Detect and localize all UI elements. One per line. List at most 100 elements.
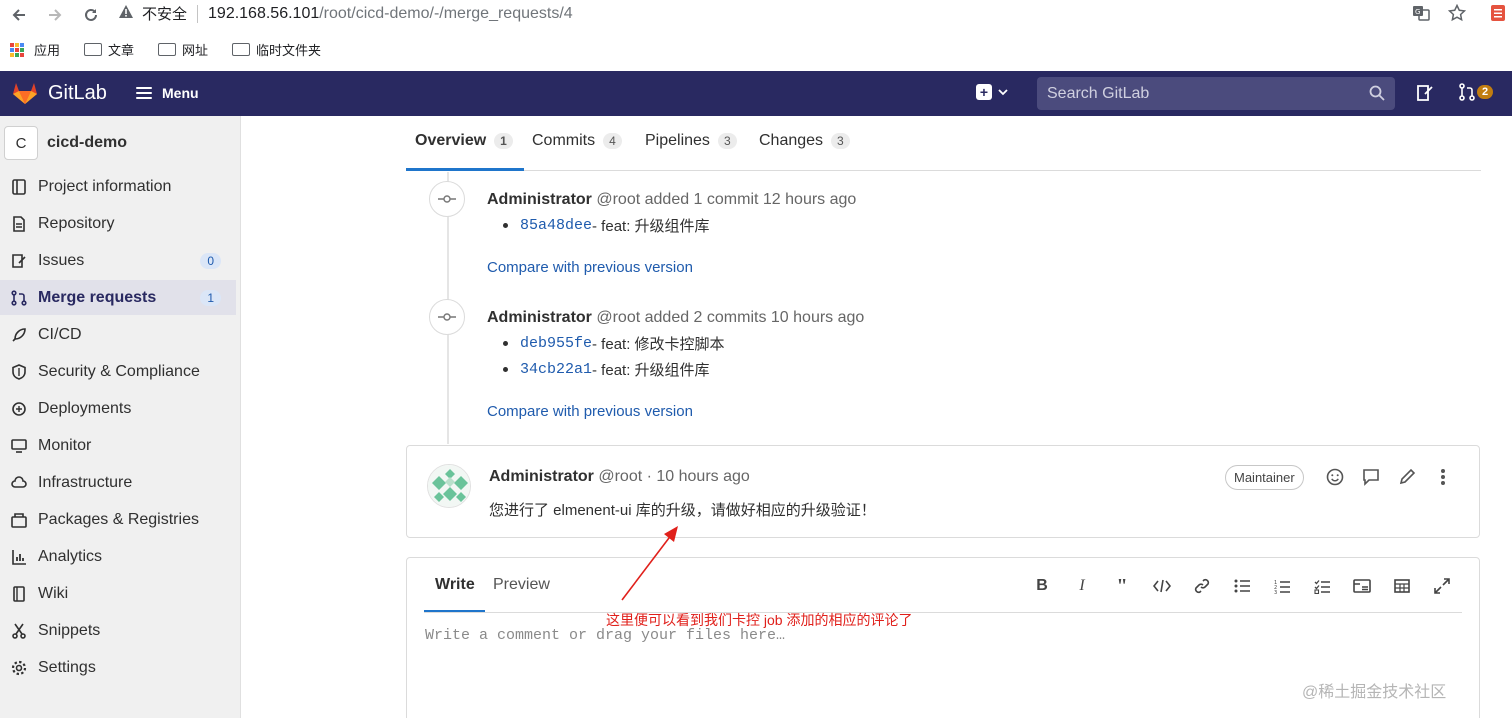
tab-commits[interactable]: Commits 4 [532,132,622,150]
sidebar-item-security-compliance[interactable]: Security & Compliance [0,354,236,389]
bold-icon[interactable]: B [1031,575,1053,597]
avatar[interactable] [427,464,471,508]
sidebar-item-merge-requests[interactable]: Merge requests 1 [0,280,236,315]
book-icon [10,585,28,603]
commit-message: - feat: 修改卡控脚本 [592,336,725,353]
bookmark-star-icon[interactable] [1447,3,1467,27]
sidebar-item-monitor[interactable]: Monitor [0,428,236,463]
compare-link[interactable]: Compare with previous version [487,259,693,276]
list-item: deb955fe - feat: 修改卡控脚本 [503,333,725,354]
sidebar-item-infrastructure[interactable]: Infrastructure [0,465,236,500]
forward-icon[interactable] [44,4,66,26]
sidebar-item-project-information[interactable]: Project information [0,169,236,204]
link-icon[interactable] [1191,575,1213,597]
project-header[interactable]: C cicd-demo [4,126,127,160]
bullet-list-icon[interactable] [1231,575,1253,597]
apps-grid-icon [10,42,28,57]
compare-link[interactable]: Compare with previous version [487,403,693,420]
gear-icon [10,659,28,677]
url-path: /root/cicd-demo/-/merge_requests/4 [319,4,573,22]
fullscreen-icon[interactable] [1431,575,1453,597]
note-action: @root added 1 commit 12 hours ago [596,191,857,208]
sidebar-item-label: Packages & Registries [38,510,199,528]
quote-icon[interactable]: " [1111,575,1133,597]
editor-tabs: Write Preview B I " 123 [407,558,1479,612]
table-icon[interactable] [1391,575,1413,597]
package-icon [10,511,28,529]
bookmark-sites[interactable]: 网址 [158,40,208,59]
bookmark-articles[interactable]: 文章 [84,40,134,59]
commit-sha-link[interactable]: deb955fe [520,335,592,352]
project-avatar: C [4,126,38,160]
tab-overview[interactable]: Overview 1 [415,132,513,150]
sidebar-item-repository[interactable]: Repository [0,206,236,241]
sidebar-item-packages-registries[interactable]: Packages & Registries [0,502,236,537]
menu-button[interactable]: Menu [136,85,199,101]
sidebar-item-label: Repository [38,214,115,232]
merge-requests-nav-button[interactable]: 2 [1459,83,1494,101]
svg-text:3: 3 [1274,590,1277,594]
rocket-icon [10,326,28,344]
bookmark-temp-folder[interactable]: 临时文件夹 [232,40,321,59]
chart-icon [10,548,28,566]
comment-header: Administrator @root · 10 hours ago [489,468,750,486]
system-note-header: Administrator @root added 2 commits 10 h… [487,309,864,327]
task-list-icon[interactable] [1311,575,1333,597]
note-author[interactable]: Administrator [487,191,592,208]
comment-meta: @root · 10 hours ago [598,468,750,485]
collapsible-section-icon[interactable] [1351,575,1373,597]
bookmark-apps[interactable]: 应用 [10,40,60,59]
scissors-icon [10,622,28,640]
translate-icon[interactable]: G [1412,4,1430,27]
reply-icon[interactable] [1360,466,1382,488]
commit-sha-link[interactable]: 34cb22a1 [520,361,592,378]
sidebar-item-wiki[interactable]: Wiki [0,576,236,611]
new-dropdown-button[interactable]: + [976,84,1008,100]
list-item: 85a48dee - feat: 升级组件库 [503,215,710,236]
plus-square-icon: + [976,84,992,100]
sidebar-item-cicd[interactable]: CI/CD [0,317,236,352]
sidebar-item-label: Infrastructure [38,473,133,491]
sidebar-item-snippets[interactable]: Snippets [0,613,236,648]
commit-icon [429,299,465,335]
tab-preview[interactable]: Preview [493,576,550,594]
emoji-reaction-icon[interactable] [1324,466,1346,488]
gitlab-logo-icon[interactable] [12,81,38,105]
gitlab-brand[interactable]: GitLab [48,82,107,105]
sidebar-item-analytics[interactable]: Analytics [0,539,236,574]
left-sidebar: C cicd-demo Project information Reposito… [0,116,241,718]
tab-count: 4 [603,133,622,149]
commit-sha-link[interactable]: 85a48dee [520,217,592,234]
search-input[interactable]: Search GitLab [1037,77,1395,110]
role-badge: Maintainer [1225,465,1304,490]
tab-changes[interactable]: Changes 3 [759,132,850,150]
numbered-list-icon[interactable]: 123 [1271,575,1293,597]
sidebar-item-deployments[interactable]: Deployments [0,391,236,426]
back-icon[interactable] [8,4,30,26]
hamburger-icon [136,87,152,99]
edit-pencil-icon[interactable] [1396,466,1418,488]
comment-author[interactable]: Administrator [489,468,594,485]
system-note-header: Administrator @root added 1 commit 12 ho… [487,191,856,209]
url-divider [197,4,199,23]
extension-icon[interactable] [1490,4,1506,27]
sidebar-item-settings[interactable]: Settings [0,650,236,685]
italic-icon[interactable]: I [1071,575,1093,597]
project-icon [10,178,28,196]
bullet [503,223,508,228]
search-placeholder: Search GitLab [1047,84,1150,102]
comment-card: Administrator @root · 10 hours ago 您进行了 … [406,445,1480,538]
code-icon[interactable] [1151,575,1173,597]
mr-count-badge: 2 [1477,85,1494,99]
reload-icon[interactable] [80,4,102,26]
cloud-gear-icon [10,474,28,492]
note-author[interactable]: Administrator [487,309,592,326]
sidebar-item-issues[interactable]: Issues 0 [0,243,236,278]
more-actions-icon[interactable] [1432,466,1454,488]
tab-write[interactable]: Write [435,576,475,594]
tab-pipelines[interactable]: Pipelines 3 [645,132,737,150]
todo-icon[interactable] [1416,84,1434,106]
search-icon [1369,85,1385,106]
address-bar[interactable]: 不安全 192.168.56.101/root/cicd-demo/-/merg… [118,3,573,24]
sidebar-item-label: Snippets [38,621,101,639]
